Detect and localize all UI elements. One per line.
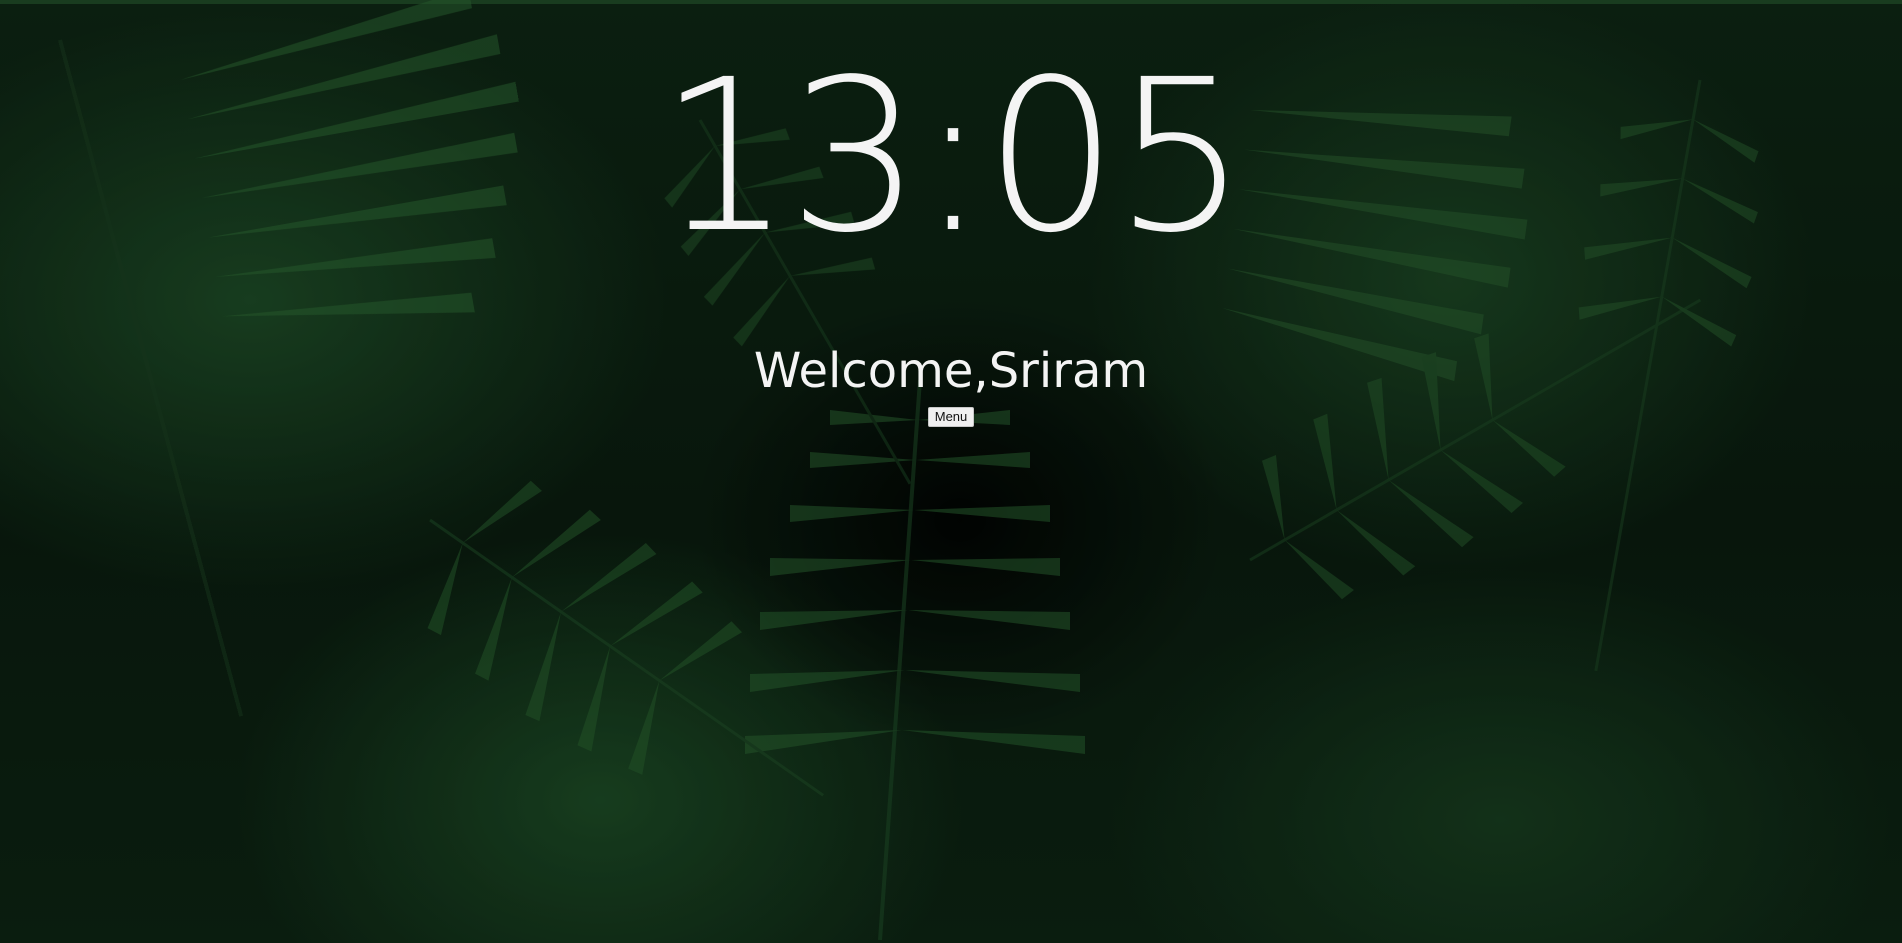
user-name: Sriram	[988, 343, 1149, 399]
clock-time: 13:05	[658, 34, 1247, 279]
welcome-greeting: Welcome,Sriram	[0, 345, 1902, 398]
menu-button[interactable]: Menu	[927, 407, 975, 427]
welcome-prefix: Welcome,	[753, 343, 989, 399]
menu-container: Menu	[0, 407, 1902, 427]
start-page: 13:05 Welcome,Sriram Menu	[0, 0, 1902, 943]
